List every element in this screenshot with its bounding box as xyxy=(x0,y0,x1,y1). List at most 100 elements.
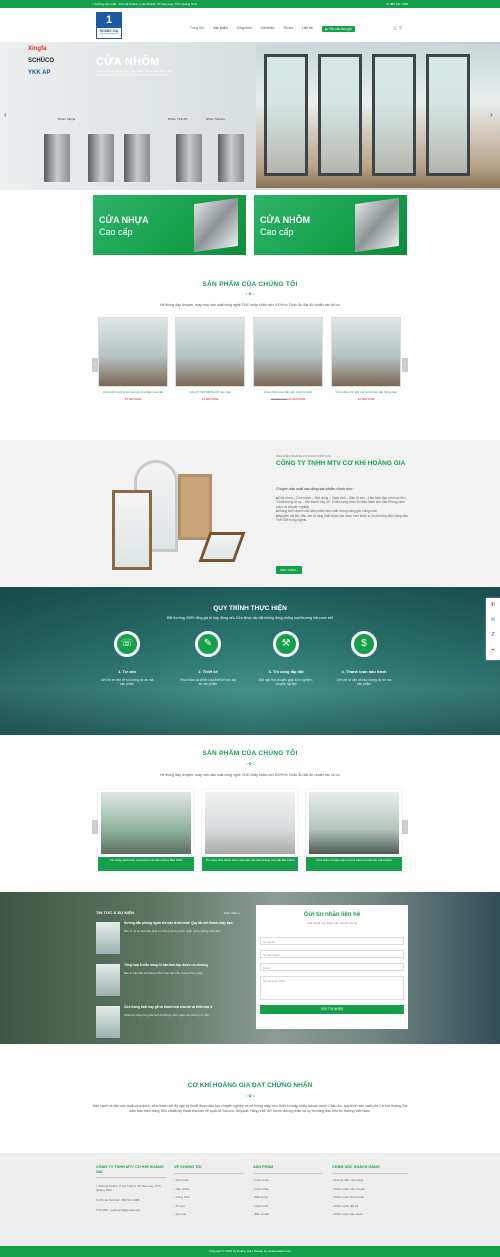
footer-link[interactable]: Tin tức xyxy=(174,1204,244,1208)
door-panel xyxy=(372,54,416,176)
news-thumbnail xyxy=(96,922,120,954)
project-caption[interactable]: Cửa nhôm Xingfa xếp trượt 6 cánh tại biệ… xyxy=(306,857,402,871)
footer-link[interactable]: Hướng dẫn mua hàng xyxy=(332,1178,408,1182)
product-price: 35.000.000đ xyxy=(357,396,375,401)
banner-plastic-door[interactable]: CỬA NHỰA Cao cấp xyxy=(93,195,246,255)
payment-icon: $ xyxy=(351,631,377,657)
quote-button[interactable]: ▤ Yêu cầu báo giá xyxy=(321,26,355,32)
news-item[interactable]: Cửa thang kính hay gỗ và thanh loại cửa … xyxy=(96,1005,246,1042)
news-thumbnail xyxy=(96,964,120,996)
cart-icon[interactable]: 🛒 xyxy=(393,25,398,30)
submit-button[interactable]: GỬI TIN NHẮN xyxy=(260,1005,404,1014)
footer-link[interactable]: Công trình xyxy=(174,1195,244,1199)
slider-prev-icon[interactable]: ‹ xyxy=(4,110,7,119)
product-name[interactable]: Cửa kính cường lực vân gỗ phụ kiện cao c… xyxy=(98,390,168,395)
product-card[interactable]: Cửa nhôm Xingfa mở trượt cao cấp hàng th… xyxy=(331,317,401,401)
product-image xyxy=(253,317,323,387)
footer-link[interactable]: Cửa nhôm xyxy=(253,1187,323,1191)
brand-xingfa: Xingfa xyxy=(28,46,47,52)
news-thumbnail xyxy=(96,1006,120,1038)
project-caption[interactable]: Thi công cửa nhôm kính của toàn thể văn … xyxy=(202,857,298,871)
news-item-title[interactable]: Cửa thang kính hay gỗ và thanh loại cửa … xyxy=(124,1005,244,1010)
footer-link[interactable]: Giới thiệu xyxy=(174,1178,244,1182)
project-caption[interactable]: Thi công vách kính cường lực tại Văn phò… xyxy=(98,857,194,871)
banner-subtitle: Cao cấp xyxy=(99,227,133,237)
project-card[interactable]: Thi công cửa nhôm kính của toàn thể văn … xyxy=(202,789,298,871)
banner-aluminum-door[interactable]: CỬA NHÔM Cao cấp xyxy=(254,195,407,255)
read-more-button[interactable]: XEM THÊM › xyxy=(276,566,302,574)
products-next-icon[interactable]: › xyxy=(402,358,408,372)
logo[interactable]: 1 HOÀNG GIA Chất lượng hàng đầu xyxy=(96,12,122,39)
footer-link[interactable]: Chính sách vận chuyển xyxy=(332,1187,408,1191)
footer-link[interactable]: Sản phẩm xyxy=(174,1187,244,1191)
product-name[interactable]: Cửa nhôm cao cấp xếp trượt 6 cánh xyxy=(253,390,323,395)
products-title: SẢN PHẨM CỦA CHÚNG TÔI xyxy=(202,281,298,288)
step-desc: Liên hệ tư vấn và bảo lượng dự án mà sản… xyxy=(336,678,392,686)
process-step: $ 4. Thanh toán bảo hành Liên hệ tư vấn … xyxy=(336,631,392,686)
footer-col-products: SẢN PHẨM Cửa nhựa Cửa nhôm Mặt dựng Vách… xyxy=(253,1165,323,1216)
footer-email[interactable]: ✉ E-Mail: yogihoang@gmail.com xyxy=(96,1208,166,1212)
name-field[interactable]: Họ và tên xyxy=(260,937,404,945)
location-icon[interactable]: ⌖ xyxy=(486,643,500,658)
footer-link[interactable]: Chính sách bảo hành xyxy=(332,1212,408,1216)
floating-contact-bar: ✆ ✉ Z ⌖ xyxy=(486,598,500,660)
nav-contact[interactable]: Liên hệ xyxy=(302,26,312,32)
profile-image xyxy=(176,134,202,182)
news-item[interactable]: Tổng hợp 8 mẫu trang trí bàn làm đẹp đượ… xyxy=(96,963,246,1000)
slider-next-icon[interactable]: › xyxy=(490,110,493,119)
footer-phone[interactable]: ✆ Phone Number: 089 611 2468 xyxy=(96,1198,166,1202)
category-banners: CỬA NHỰA Cao cấp CỬA NHÔM Cao cấp xyxy=(93,195,407,255)
form-subtitle: Giải quyết mọi thắc mắc nhanh chóng xyxy=(306,921,358,925)
message-field[interactable]: Nội dung tin nhắn xyxy=(260,976,404,1000)
project-card[interactable]: Cửa nhôm Xingfa xếp trượt 6 cánh tại biệ… xyxy=(306,789,402,871)
nav-products[interactable]: Sản phẩm xyxy=(213,26,228,32)
address-text: ⌂ Xưởng sản xuất : 463 Hà Khánh, p Hà Kh… xyxy=(92,2,198,6)
news-item-title[interactable]: Tổng hợp 8 mẫu trang trí bàn làm đẹp đượ… xyxy=(124,963,244,968)
profile-label: Nhôm Xingfa xyxy=(58,117,76,121)
product-price: 35.000.000đ xyxy=(124,396,142,401)
product-card[interactable]: Cửa đi YKK MDS kính cao cấp 15.000.000đ xyxy=(175,317,245,401)
news-item[interactable]: Hướng dẫn phòng ngừa thế nào là tốt nhất… xyxy=(96,921,246,958)
profile-image xyxy=(194,197,238,253)
product-name[interactable]: Cửa nhôm Xingfa mở trượt cao cấp hàng th… xyxy=(331,390,401,395)
nav-news[interactable]: Tin tức xyxy=(283,26,293,32)
product-card[interactable]: Cửa kính cường lực vân gỗ phụ kiện cao c… xyxy=(98,317,168,401)
footer-link[interactable]: Chính sách thanh toán xyxy=(332,1195,408,1199)
project-card[interactable]: Thi công vách kính cường lực tại Văn phò… xyxy=(98,789,194,871)
zalo-icon[interactable]: Z xyxy=(486,628,500,643)
news-view-all-link[interactable]: Xem thêm » xyxy=(224,911,240,915)
footer-address: ⌖ 463 Hà Khánh, P Hà Khánh, TP Hạ Long, … xyxy=(96,1184,161,1192)
phone-text[interactable]: ✆ 089 611 2468 xyxy=(387,2,409,6)
contact-form: Gửi tin nhắn liên hệ Giải quyết mọi thắc… xyxy=(256,905,408,1029)
footer-link[interactable]: Mặt dựng xyxy=(253,1195,323,1199)
product-card[interactable]: Cửa nhôm cao cấp xếp trượt 6 cánh 22.000… xyxy=(253,317,323,401)
email-field[interactable]: Email xyxy=(260,963,404,971)
footer-link[interactable]: Bàn tủ sàn xyxy=(253,1212,323,1216)
footer-link[interactable]: Chính sách đổi trả xyxy=(332,1204,408,1208)
phone-icon[interactable]: ✆ xyxy=(486,598,500,613)
process-desc: Bắt thường 300% tổng giá trị hợp đồng nế… xyxy=(167,616,333,620)
product-name[interactable]: Cửa đi YKK MDS kính cao cấp xyxy=(175,390,245,395)
nav-projects[interactable]: Công trình xyxy=(237,26,252,32)
phone-field[interactable]: Số điện thoại xyxy=(260,950,404,958)
process-title: QUY TRÌNH THỰC HIỆN xyxy=(213,605,287,612)
hero-slider: Xingfa SCHÜCO YKK AP CỬA NHÔM Cửa hệ khu… xyxy=(0,42,500,190)
search-icon[interactable]: ⚲ xyxy=(399,25,402,30)
messenger-icon[interactable]: ✉ xyxy=(486,613,500,628)
nav-home[interactable]: Trang chủ xyxy=(190,26,204,32)
cert-title: CƠ KHÍ HOÀNG GIA ĐẠT CHỨNG NHẬN xyxy=(187,1082,313,1089)
footer-link[interactable]: Liên hệ xyxy=(174,1212,244,1216)
projects-next-icon[interactable]: › xyxy=(402,820,408,834)
nav-about[interactable]: Giới thiệu xyxy=(261,26,275,32)
hero-room-image xyxy=(256,44,500,188)
news-contact-section: TIN TỨC & SỰ KIỆN Xem thêm » Hướng dẫn p… xyxy=(0,892,500,1044)
door-panel xyxy=(318,54,362,176)
step-title: 2. Thiết kế xyxy=(198,669,218,674)
footer-link[interactable]: Vách kính xyxy=(253,1204,323,1208)
footer-link[interactable]: Cửa nhựa xyxy=(253,1178,323,1182)
product-price: 15.000.000đ xyxy=(201,396,219,401)
divider-icon: • ✿ • xyxy=(245,761,255,766)
door-frame xyxy=(112,490,152,570)
news-item-title[interactable]: Hướng dẫn phòng ngừa thế nào là tốt nhất… xyxy=(124,921,244,926)
main-nav: Trang chủ Sản phẩm Công trình Giới thiệu… xyxy=(190,26,355,32)
